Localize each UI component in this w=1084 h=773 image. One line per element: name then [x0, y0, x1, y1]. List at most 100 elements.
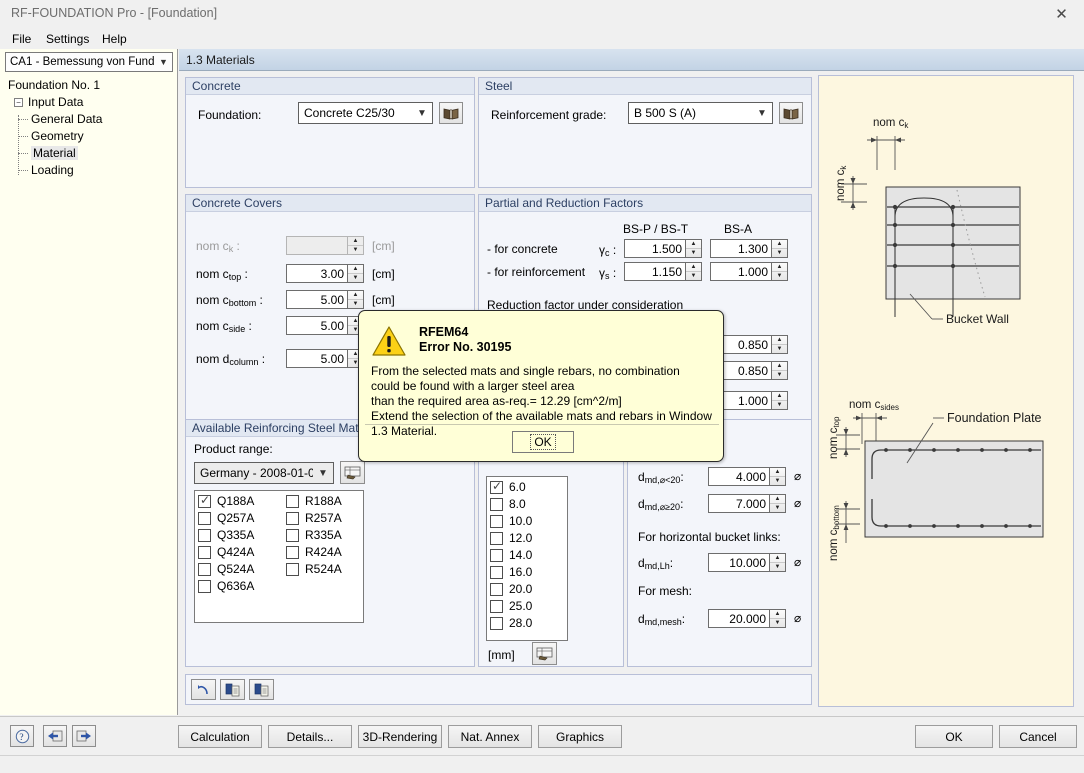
sidebar-item-material[interactable]: Material: [0, 145, 178, 162]
product-range-select[interactable]: Germany - 2008-01-01 ▼: [194, 462, 334, 484]
reinforcement-grade-select[interactable]: B 500 S (A) ▼: [628, 102, 773, 124]
steel-library-button[interactable]: [779, 102, 803, 124]
steel-mats-listbox[interactable]: Q188A Q257A Q335A Q424A Q524A Q636A R188…: [194, 490, 364, 623]
nom-ck-input[interactable]: [286, 236, 348, 255]
list-item[interactable]: Q636A: [195, 578, 283, 595]
nom-dcolumn-input[interactable]: 5.00: [286, 349, 348, 368]
nom-ctop-input[interactable]: 3.00: [286, 264, 348, 283]
gamma-c-bsp-stepper[interactable]: ▲▼: [686, 239, 702, 258]
list-item[interactable]: Q524A: [195, 561, 283, 578]
gamma-s-bsp-stepper[interactable]: ▲▼: [686, 262, 702, 281]
rebar-picker-button[interactable]: [532, 642, 557, 665]
undo-icon[interactable]: [191, 679, 216, 700]
nom-cbottom-input[interactable]: 5.00: [286, 290, 348, 309]
list-item[interactable]: R188A: [283, 493, 364, 510]
dmd-mesh-stepper[interactable]: ▲▼: [770, 609, 786, 628]
checkbox[interactable]: [490, 481, 503, 494]
checkbox[interactable]: [198, 495, 211, 508]
details-button[interactable]: Details...: [268, 725, 352, 748]
menu-item-file[interactable]: File: [6, 31, 37, 47]
checkbox[interactable]: [286, 546, 299, 559]
foundation-material-select[interactable]: Concrete C25/30 ▼: [298, 102, 433, 124]
dmd-lh-input[interactable]: 10.000: [708, 553, 770, 572]
checkbox[interactable]: [286, 563, 299, 576]
checkbox[interactable]: [490, 549, 503, 562]
concrete-library-button[interactable]: [439, 102, 463, 124]
list-item[interactable]: 12.0: [487, 530, 568, 547]
gamma-s-bsa-input[interactable]: 1.000: [710, 262, 772, 281]
dmd-lt20-input[interactable]: 4.000: [708, 467, 770, 486]
reduction-stepper-3[interactable]: ▲▼: [772, 391, 788, 410]
checkbox[interactable]: [490, 566, 503, 579]
checkbox[interactable]: [198, 580, 211, 593]
cancel-button[interactable]: Cancel: [999, 725, 1077, 748]
checkbox[interactable]: [286, 495, 299, 508]
checkbox[interactable]: [198, 546, 211, 559]
tree-expander-icon[interactable]: −: [14, 98, 23, 107]
sidebar-item-general-data[interactable]: General Data: [0, 111, 178, 128]
dmd-ge20-input[interactable]: 7.000: [708, 494, 770, 513]
list-item[interactable]: Q257A: [195, 510, 283, 527]
checkbox[interactable]: [490, 617, 503, 630]
checkbox[interactable]: [490, 583, 503, 596]
list-item[interactable]: R335A: [283, 527, 364, 544]
list-item[interactable]: R257A: [283, 510, 364, 527]
gamma-s-bsa-stepper[interactable]: ▲▼: [772, 262, 788, 281]
nom-ctop-stepper[interactable]: ▲▼: [348, 264, 364, 283]
sidebar-item-geometry[interactable]: Geometry: [0, 128, 178, 145]
list-item[interactable]: Q424A: [195, 544, 283, 561]
list-item[interactable]: Q335A: [195, 527, 283, 544]
gamma-c-bsa-stepper[interactable]: ▲▼: [772, 239, 788, 258]
paste-rows-icon[interactable]: [249, 679, 274, 700]
list-item[interactable]: 25.0: [487, 598, 568, 615]
gamma-c-bsp-input[interactable]: 1.500: [624, 239, 686, 258]
prev-icon[interactable]: [43, 725, 67, 747]
dmd-lt20-stepper[interactable]: ▲▼: [770, 467, 786, 486]
list-item[interactable]: Q188A: [195, 493, 283, 510]
menu-item-settings[interactable]: Settings: [40, 31, 95, 47]
error-dialog[interactable]: RFEM64 Error No. 30195 From the selected…: [358, 310, 724, 462]
reduction-stepper-1[interactable]: ▲▼: [772, 335, 788, 354]
checkbox[interactable]: [198, 512, 211, 525]
checkbox[interactable]: [198, 529, 211, 542]
nom-cside-input[interactable]: 5.00: [286, 316, 348, 335]
help-icon[interactable]: ?: [10, 725, 34, 747]
list-item[interactable]: 16.0: [487, 564, 568, 581]
list-item[interactable]: 6.0: [487, 479, 568, 496]
close-icon[interactable]: ✕: [1039, 0, 1084, 28]
gamma-c-bsa-input[interactable]: 1.300: [710, 239, 772, 258]
next-icon[interactable]: [72, 725, 96, 747]
list-item[interactable]: 20.0: [487, 581, 568, 598]
tree-root[interactable]: Foundation No. 1: [0, 77, 178, 94]
list-item[interactable]: 10.0: [487, 513, 568, 530]
nom-cbottom-stepper[interactable]: ▲▼: [348, 290, 364, 309]
checkbox[interactable]: [490, 498, 503, 511]
design-case-selector[interactable]: CA1 - Bemessung von Fundame ▼: [5, 52, 173, 72]
list-item[interactable]: R524A: [283, 561, 364, 578]
reduction-stepper-2[interactable]: ▲▼: [772, 361, 788, 380]
list-item[interactable]: R424A: [283, 544, 364, 561]
checkbox[interactable]: [286, 512, 299, 525]
list-item[interactable]: 8.0: [487, 496, 568, 513]
tree-group-input-data[interactable]: − Input Data: [0, 94, 178, 111]
dialog-ok-button[interactable]: OK: [512, 431, 574, 453]
dmd-mesh-input[interactable]: 20.000: [708, 609, 770, 628]
menu-item-help[interactable]: Help: [96, 31, 133, 47]
dmd-lh-stepper[interactable]: ▲▼: [770, 553, 786, 572]
nom-ck-stepper[interactable]: ▲▼: [348, 236, 364, 255]
checkbox[interactable]: [490, 515, 503, 528]
checkbox[interactable]: [490, 532, 503, 545]
3d-rendering-button[interactable]: 3D-Rendering: [358, 725, 442, 748]
gamma-s-bsp-input[interactable]: 1.150: [624, 262, 686, 281]
graphics-button[interactable]: Graphics: [538, 725, 622, 748]
list-item[interactable]: 28.0: [487, 615, 568, 632]
rebar-diameter-listbox[interactable]: 6.0 8.0 10.0 12.0 14.0 16.0 20.0 25.0 28…: [486, 476, 568, 641]
checkbox[interactable]: [286, 529, 299, 542]
copy-rows-icon[interactable]: [220, 679, 245, 700]
sidebar-item-loading[interactable]: Loading: [0, 162, 178, 179]
list-item[interactable]: 14.0: [487, 547, 568, 564]
calculation-button[interactable]: Calculation: [178, 725, 262, 748]
checkbox[interactable]: [490, 600, 503, 613]
ok-button[interactable]: OK: [915, 725, 993, 748]
checkbox[interactable]: [198, 563, 211, 576]
